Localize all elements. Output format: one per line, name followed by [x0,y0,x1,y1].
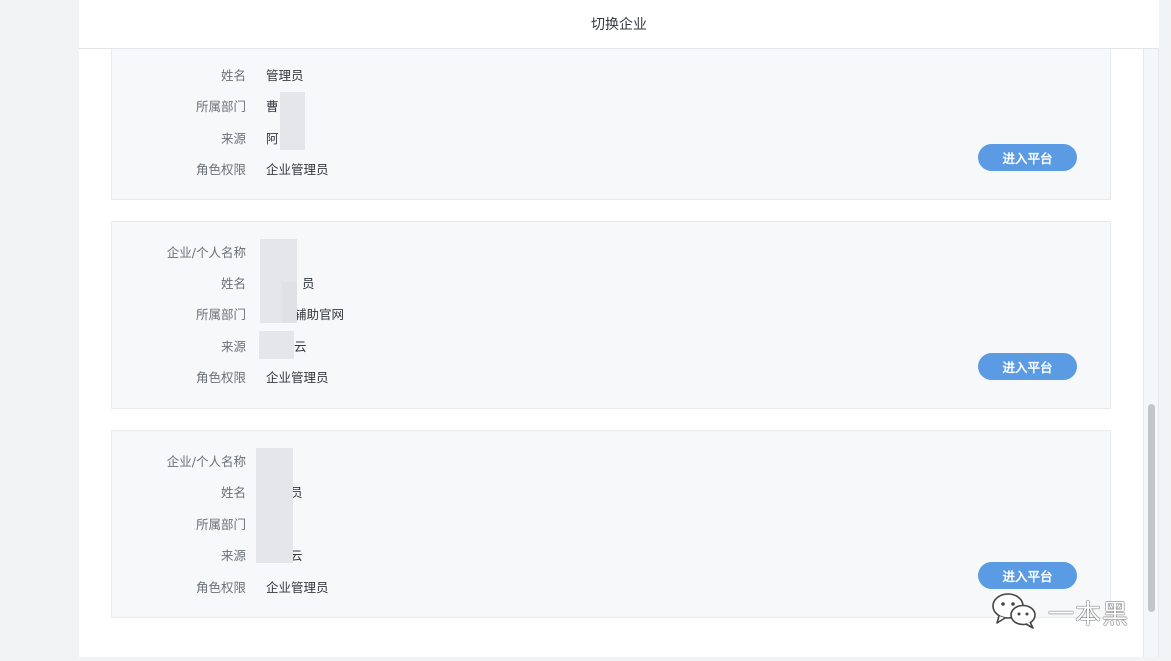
dialog-title: 切换企业 [591,17,647,33]
redaction-mask [282,282,297,323]
field-label: 来源 [220,338,246,354]
field-label: 角色权限 [195,161,246,177]
field-value: 企业管理员 [266,579,329,595]
card-row-role: 角色权限 企业管理员 [112,576,329,596]
field-value: 曹 [266,98,279,114]
scrollbar[interactable] [1143,49,1158,657]
card-row-name: 姓名 管理员 [112,64,304,84]
field-value: 企业管理员 [266,161,329,177]
field-value: 员 [302,275,315,291]
field-label: 姓名 [220,275,246,291]
enterprise-list[interactable]: 姓名 管理员 所属部门 曹 来源 阿 角色权限 企业管理员 进入平台 企业/个人… [79,49,1143,657]
card-row-role: 角色权限 企业管理员 [112,366,329,386]
field-label: 角色权限 [195,579,246,595]
card-row-company-name: 企业/个人名称 [112,241,266,261]
field-label: 姓名 [220,484,246,500]
field-label: 所属部门 [195,98,246,114]
enter-platform-button[interactable]: 进入平台 [978,353,1077,380]
field-label: 企业/个人名称 [166,244,246,260]
field-label: 企业/个人名称 [166,453,246,469]
field-value: 云 [294,338,307,354]
redaction-mask [259,331,294,359]
field-label: 所属部门 [195,306,246,322]
card-row-department: 所属部门 辅助官网 [112,303,344,323]
enter-platform-button[interactable]: 进入平台 [978,562,1077,589]
field-label: 来源 [220,130,246,146]
enterprise-card: 姓名 管理员 所属部门 曹 来源 阿 角色权限 企业管理员 进入平台 [111,49,1111,200]
field-value: 企业管理员 [266,369,329,385]
card-row-department: 所属部门 曹 [112,95,279,115]
field-label: 来源 [220,547,246,563]
watermark: 一本黑 [990,590,1129,634]
enterprise-card: 企业/个人名称 姓名 员 所属部门 辅助官网 来源 云 角色权限 企业管理员 进… [111,221,1111,409]
field-label: 角色权限 [195,369,246,385]
field-value: 管理员 [266,67,304,83]
watermark-text: 一本黑 [1048,599,1130,630]
field-value: 辅助官网 [294,306,345,322]
card-row-source: 来源 阿 [112,127,279,147]
field-label: 姓名 [220,67,246,83]
scrollbar-thumb[interactable] [1148,404,1155,612]
switch-enterprise-dialog: 切换企业 姓名 管理员 所属部门 曹 来源 阿 角色权限 企业管理员 进入平台 [79,0,1159,657]
redaction-mask [256,448,293,563]
enterprise-card: 企业/个人名称 l 姓名 员 所属部门 l 来源 云 角色权限 企业管理员 进入… [111,430,1111,618]
card-row-role: 角色权限 企业管理员 [112,158,329,178]
redaction-mask [280,92,305,150]
enter-platform-button[interactable]: 进入平台 [978,144,1077,171]
dialog-header: 切换企业 [79,0,1159,49]
wechat-icon [990,590,1040,634]
field-label: 所属部门 [195,516,246,532]
field-value: 阿 [266,130,279,146]
